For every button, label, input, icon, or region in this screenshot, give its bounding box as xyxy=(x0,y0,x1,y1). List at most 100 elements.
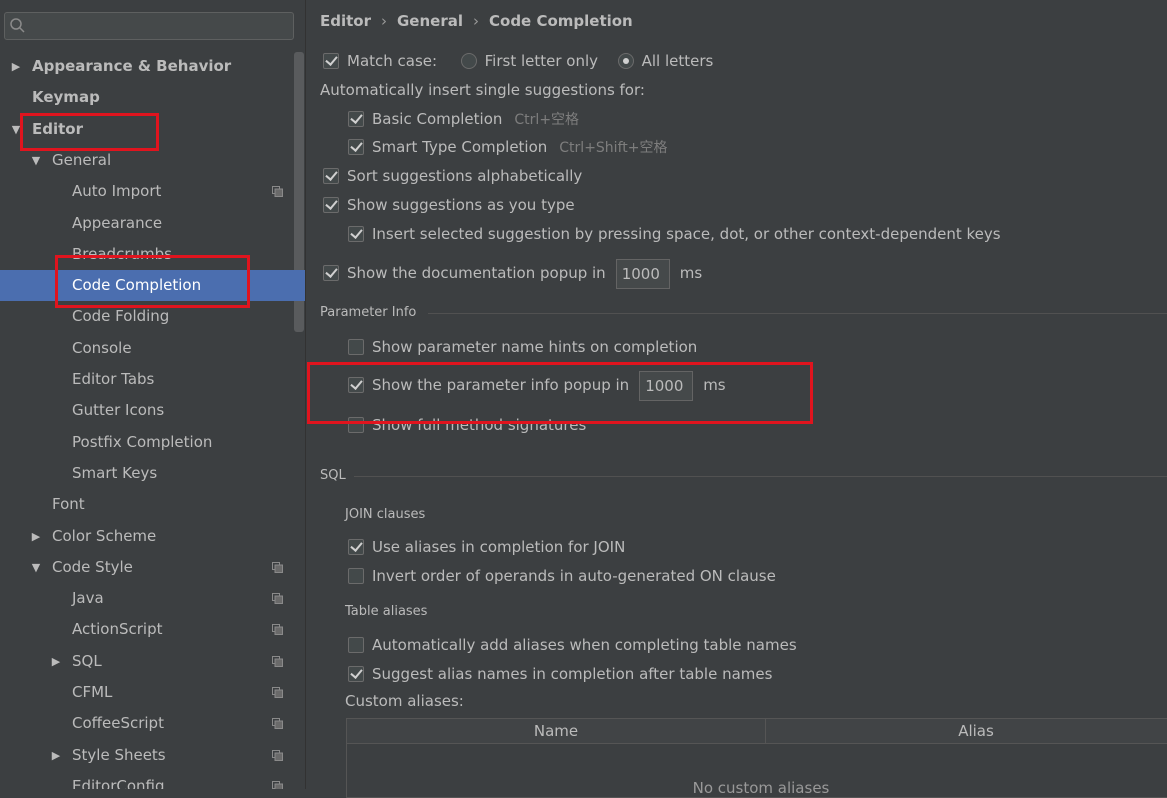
sidebar-item-label: Color Scheme xyxy=(52,527,157,545)
smart-completion-row: Smart Type Completion Ctrl+Shift+空格 xyxy=(348,136,667,158)
doc-popup-delay-field[interactable]: 1000 xyxy=(615,258,670,289)
sidebar-item-code-folding[interactable]: Code Folding xyxy=(0,301,305,332)
sidebar-item-auto-import[interactable]: Auto Import xyxy=(0,176,305,207)
custom-aliases-table[interactable]: Name Alias No custom aliases xyxy=(346,718,1167,798)
param-name-hints-label[interactable]: Show parameter name hints on completion xyxy=(372,338,697,356)
sidebar-item-coffeescript[interactable]: CoffeeScript xyxy=(0,708,305,739)
project-scope-icon xyxy=(272,624,283,635)
settings-sidebar: ▶ Appearance & Behavior Keymap ▼ Editor ▼ Gene… xyxy=(0,0,306,789)
sidebar-item-label: Gutter Icons xyxy=(72,401,165,419)
chevron-right-icon[interactable]: ▶ xyxy=(50,740,62,771)
sidebar-item-editor-tabs[interactable]: Editor Tabs xyxy=(0,364,305,395)
all-letters-label[interactable]: All letters xyxy=(642,52,714,70)
basic-completion-row: Basic Completion Ctrl+空格 xyxy=(348,108,579,130)
sidebar-item-appearance-behavior[interactable]: ▶ Appearance & Behavior xyxy=(0,51,305,82)
basic-completion-checkbox[interactable] xyxy=(348,110,364,127)
param-name-hints-checkbox[interactable] xyxy=(348,338,364,355)
use-aliases-checkbox[interactable] xyxy=(348,538,364,555)
breadcrumb-editor[interactable]: Editor xyxy=(320,12,371,30)
chevron-down-icon[interactable]: ▼ xyxy=(30,145,42,176)
sidebar-item-keymap[interactable]: Keymap xyxy=(0,82,305,113)
insert-selected-label[interactable]: Insert selected suggestion by pressing s… xyxy=(372,225,1001,243)
param-info-popup-row: Show the parameter info popup in 1000 ms xyxy=(348,370,726,401)
full-signatures-label[interactable]: Show full method signatures xyxy=(372,416,586,434)
full-signatures-checkbox[interactable] xyxy=(348,416,364,433)
sidebar-item-color-scheme[interactable]: ▶ Color Scheme xyxy=(0,521,305,552)
sidebar-item-editor[interactable]: ▼ Editor xyxy=(0,114,305,145)
show-as-type-checkbox[interactable] xyxy=(323,196,339,213)
show-as-type-row: Show suggestions as you type xyxy=(323,194,575,216)
sort-alpha-checkbox[interactable] xyxy=(323,167,339,184)
use-aliases-label[interactable]: Use aliases in completion for JOIN xyxy=(372,538,625,556)
doc-popup-label[interactable]: Show the documentation popup in xyxy=(347,264,606,282)
sidebar-item-code-style[interactable]: ▼ Code Style xyxy=(0,552,305,583)
table-aliases-title: Table aliases xyxy=(345,604,428,619)
match-case-label[interactable]: Match case: xyxy=(347,52,437,70)
sidebar-item-console[interactable]: Console xyxy=(0,333,305,364)
suggest-alias-checkbox[interactable] xyxy=(348,665,364,682)
auto-add-aliases-row: Automatically add aliases when completin… xyxy=(348,634,797,656)
parameter-info-separator xyxy=(428,313,1167,314)
smart-completion-label[interactable]: Smart Type Completion xyxy=(372,138,547,156)
sidebar-item-label: Breadcrumbs xyxy=(72,245,172,263)
invert-order-checkbox[interactable] xyxy=(348,567,364,584)
auto-add-aliases-label[interactable]: Automatically add aliases when completin… xyxy=(372,636,797,654)
insert-selected-checkbox[interactable] xyxy=(348,225,364,242)
sidebar-item-smart-keys[interactable]: Smart Keys xyxy=(0,458,305,489)
smart-completion-checkbox[interactable] xyxy=(348,138,364,155)
sidebar-item-label: Code Completion xyxy=(72,276,202,294)
match-case-checkbox[interactable] xyxy=(323,52,339,69)
first-letter-radio[interactable] xyxy=(460,52,477,69)
sidebar-item-gutter-icons[interactable]: Gutter Icons xyxy=(0,395,305,426)
doc-popup-unit: ms xyxy=(679,264,703,282)
search-input[interactable] xyxy=(31,16,290,38)
full-signatures-row: Show full method signatures xyxy=(348,414,586,436)
sidebar-item-label: Editor Tabs xyxy=(72,370,155,388)
table-header: Name Alias xyxy=(347,719,1167,744)
sql-separator xyxy=(354,476,1167,477)
column-header-alias[interactable]: Alias xyxy=(766,719,1167,743)
first-letter-label[interactable]: First letter only xyxy=(485,52,598,70)
sidebar-item-postfix-completion[interactable]: Postfix Completion xyxy=(0,427,305,458)
settings-search-field[interactable] xyxy=(4,12,294,40)
invert-order-label[interactable]: Invert order of operands in auto-generat… xyxy=(372,567,776,585)
chevron-down-icon[interactable]: ▼ xyxy=(30,552,42,583)
chevron-right-icon[interactable]: ▶ xyxy=(10,51,22,82)
sidebar-item-editorconfig[interactable]: EditorConfig xyxy=(0,771,305,789)
param-info-popup-checkbox[interactable] xyxy=(348,376,364,393)
show-as-type-label[interactable]: Show suggestions as you type xyxy=(347,196,575,214)
basic-completion-shortcut: Ctrl+空格 xyxy=(514,112,580,128)
project-scope-icon xyxy=(272,186,283,197)
sidebar-item-breadcrumbs[interactable]: Breadcrumbs xyxy=(0,239,305,270)
sidebar-item-appearance[interactable]: Appearance xyxy=(0,208,305,239)
sidebar-item-actionscript[interactable]: ActionScript xyxy=(0,614,305,645)
search-icon xyxy=(10,18,25,33)
code-completion-panel: Editor › General › Code Completion Match cas… xyxy=(306,0,1167,798)
sidebar-item-general[interactable]: ▼ General xyxy=(0,145,305,176)
sidebar-item-style-sheets[interactable]: ▶ Style Sheets xyxy=(0,740,305,771)
basic-completion-label[interactable]: Basic Completion xyxy=(372,110,502,128)
chevron-right-icon[interactable]: ▶ xyxy=(50,646,62,677)
sort-alpha-label[interactable]: Sort suggestions alphabetically xyxy=(347,167,582,185)
sidebar-item-font[interactable]: Font xyxy=(0,489,305,520)
match-case-row: Match case: First letter only All letter… xyxy=(323,50,713,72)
join-clauses-title: JOIN clauses xyxy=(345,507,426,522)
sidebar-item-label: ActionScript xyxy=(72,620,163,638)
sidebar-item-java[interactable]: Java xyxy=(0,583,305,614)
suggest-alias-label[interactable]: Suggest alias names in completion after … xyxy=(372,665,772,683)
sidebar-item-label: Auto Import xyxy=(72,182,162,200)
doc-popup-checkbox[interactable] xyxy=(323,264,339,281)
column-header-name[interactable]: Name xyxy=(347,719,766,743)
sidebar-item-cfml[interactable]: CFML xyxy=(0,677,305,708)
auto-insert-label: Automatically insert single suggestions … xyxy=(320,81,645,99)
param-info-popup-label[interactable]: Show the parameter info popup in xyxy=(372,376,629,394)
auto-add-aliases-checkbox[interactable] xyxy=(348,636,364,653)
param-info-delay-field[interactable]: 1000 xyxy=(639,370,694,401)
project-scope-icon xyxy=(272,718,283,729)
chevron-down-icon[interactable]: ▼ xyxy=(10,114,22,145)
chevron-right-icon[interactable]: ▶ xyxy=(30,521,42,552)
breadcrumb-general[interactable]: General xyxy=(397,12,463,30)
all-letters-radio[interactable] xyxy=(617,52,634,69)
sidebar-item-sql[interactable]: ▶ SQL xyxy=(0,646,305,677)
sidebar-item-code-completion[interactable]: Code Completion xyxy=(0,270,305,301)
